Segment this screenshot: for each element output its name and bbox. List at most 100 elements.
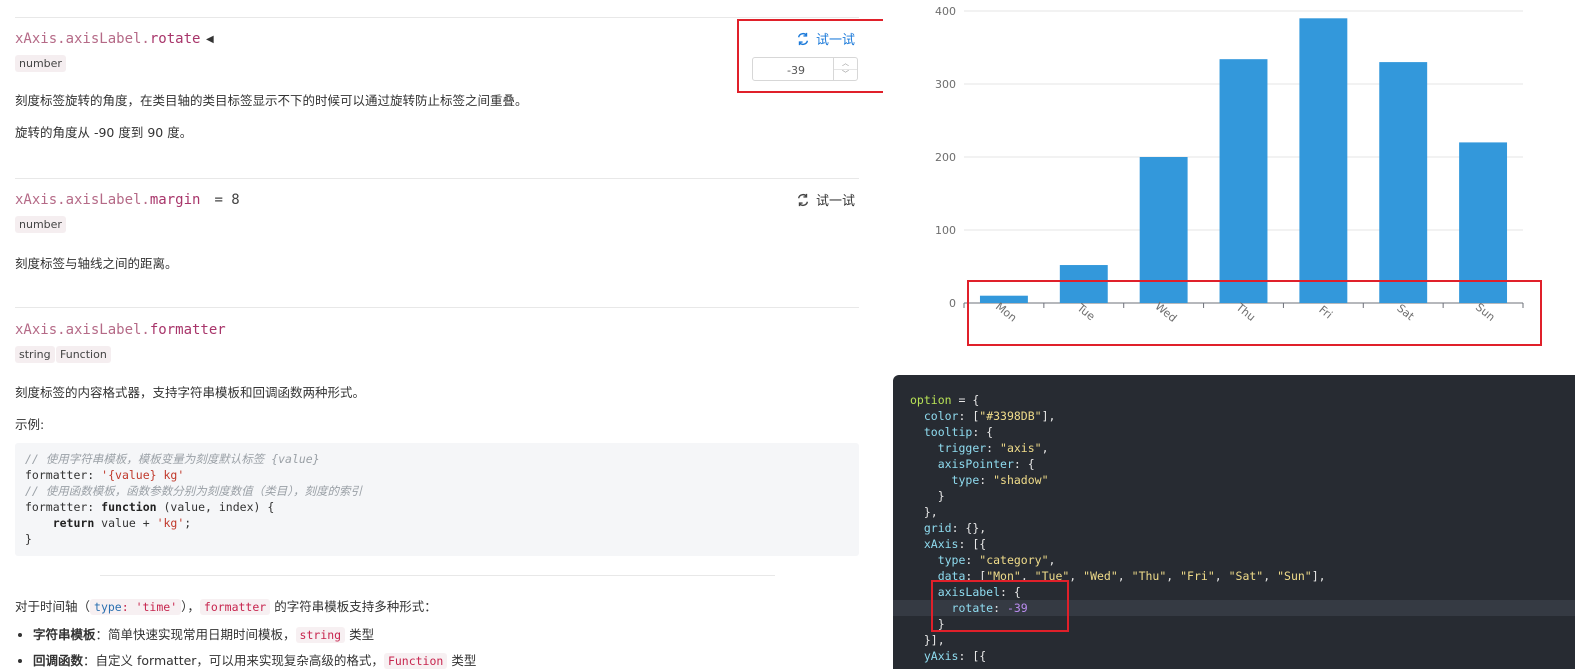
y-tick-label: 400: [935, 5, 956, 18]
bullet-list: 字符串模板：简单快速实现常用日期时间模板，string 类型 回调函数：自定义 …: [15, 622, 476, 669]
prop-path: xAxis.axisLabel.: [15, 192, 150, 208]
code-token: : {: [972, 425, 994, 439]
code-token: :: [965, 553, 980, 567]
code-content: yAxis: [{: [910, 649, 986, 663]
code-line[interactable]: grid: {},: [893, 520, 1575, 536]
code-keyword: function: [101, 500, 157, 514]
code-line[interactable]: xAxis: [{: [893, 536, 1575, 552]
code-token: "Sun": [1277, 569, 1312, 583]
code-token: ,: [1166, 569, 1181, 583]
code-string: '{value} kg': [101, 468, 185, 482]
y-tick-label: 100: [935, 224, 956, 237]
code-token: "category": [979, 553, 1049, 567]
prop-title-margin: xAxis.axisLabel.margin = 8: [15, 192, 240, 208]
code-token: ,: [1214, 569, 1229, 583]
try-button[interactable]: 试一试: [796, 190, 855, 209]
y-tick-label: 0: [949, 297, 956, 310]
code-token: ],: [1041, 409, 1056, 423]
code-line[interactable]: trigger: "axis",: [893, 440, 1575, 456]
description: 刻度标签与轴线之间的距离。: [15, 256, 178, 271]
code-content: option = {: [910, 393, 979, 407]
code-line[interactable]: color: ["#3398DB"],: [893, 408, 1575, 424]
code-token: "Sat": [1228, 569, 1264, 583]
inline-code: formatter: [199, 599, 271, 615]
code-content: },: [910, 505, 938, 519]
code-line[interactable]: axisPointer: {: [893, 456, 1575, 472]
highlight-box: [931, 580, 1069, 632]
inline-code: type: 'time': [90, 599, 182, 615]
prop-name: margin: [149, 192, 201, 208]
code-token: grid: [923, 521, 952, 535]
code-example: // 使用字符串模板，模板变量为刻度默认标签 {value} formatter…: [15, 443, 859, 556]
code-line[interactable]: tooltip: {: [893, 424, 1575, 440]
code-line[interactable]: type: "shadow": [893, 472, 1575, 488]
code-token: : [{: [958, 537, 987, 551]
code-token: color: [923, 409, 959, 423]
code-content: }],: [910, 633, 945, 647]
code-token: trigger: [937, 441, 987, 455]
description: 刻度标签的内容格式器，支持字符串模板和回调函数两种形式。: [15, 385, 366, 400]
inline-code: Function: [383, 653, 448, 669]
code-token: ,: [1263, 569, 1278, 583]
prop-default: = 8: [214, 192, 240, 208]
highlight-box: [737, 19, 883, 93]
caret-left-icon[interactable]: ◀: [206, 34, 214, 45]
bar: [1219, 59, 1268, 304]
y-tick-label: 300: [935, 78, 956, 91]
code-text: ;: [184, 516, 192, 530]
code-token: "shadow": [993, 473, 1049, 487]
code-token: : [: [958, 409, 980, 423]
inline-code: string: [295, 627, 346, 643]
code-token: ,: [1069, 569, 1084, 583]
bold-text: 回调函数: [33, 653, 84, 668]
bar: [1459, 142, 1508, 303]
text: 类型: [349, 627, 375, 642]
code-token: "Wed": [1083, 569, 1118, 583]
code-content: }: [910, 489, 945, 503]
code-token: = {: [951, 393, 980, 407]
code-token: axisPointer: [937, 457, 1014, 471]
code-line[interactable]: }: [893, 488, 1575, 504]
description: 刻度标签旋转的角度，在类目轴的类目标签显示不下的时候可以通过旋转防止标签之间重叠…: [15, 93, 528, 108]
code-token: ,: [1041, 441, 1049, 455]
code-line[interactable]: type: "category",: [893, 552, 1575, 568]
prop-path: xAxis.axisLabel.: [15, 322, 150, 338]
y-tick-label: 200: [935, 151, 956, 164]
list-item: 字符串模板：简单快速实现常用日期时间模板，string 类型: [33, 622, 476, 648]
code-line[interactable]: },: [893, 504, 1575, 520]
type-tag: Function: [56, 346, 111, 363]
prop-name: formatter: [149, 322, 226, 338]
text: ），: [181, 599, 200, 614]
code-token: ,: [1117, 569, 1132, 583]
code-token: option: [910, 393, 952, 407]
divider: [100, 575, 775, 576]
text: ：简单快速实现常用日期时间模板，: [95, 627, 296, 642]
code-token: "Thu": [1131, 569, 1167, 583]
code-text: :: [121, 600, 136, 614]
type-tag: number: [15, 55, 66, 72]
bar: [1379, 62, 1428, 303]
code-token: :: [986, 441, 1001, 455]
code-token: type: [951, 473, 980, 487]
time-axis-text: 对于时间轴（ type: 'time'）， formatter 的字符串模板支持多种…: [15, 596, 437, 615]
code-token: "axis": [1000, 441, 1042, 455]
code-text: (value, index) {: [156, 500, 275, 514]
code-line[interactable]: option = {: [893, 392, 1575, 408]
code-token: tooltip: [923, 425, 973, 439]
code-token: ],: [1311, 569, 1326, 583]
code-line[interactable]: }],: [893, 632, 1575, 648]
text: 的字符串模板支持多种形式：: [274, 599, 437, 614]
code-content: tooltip: {: [910, 425, 993, 439]
code-line[interactable]: yAxis: [{: [893, 648, 1575, 664]
code-text: value +: [94, 516, 157, 530]
divider: [15, 17, 859, 18]
code-token: : {: [1013, 457, 1035, 471]
highlight-box: [967, 280, 1542, 346]
code-token: : {},: [951, 521, 987, 535]
